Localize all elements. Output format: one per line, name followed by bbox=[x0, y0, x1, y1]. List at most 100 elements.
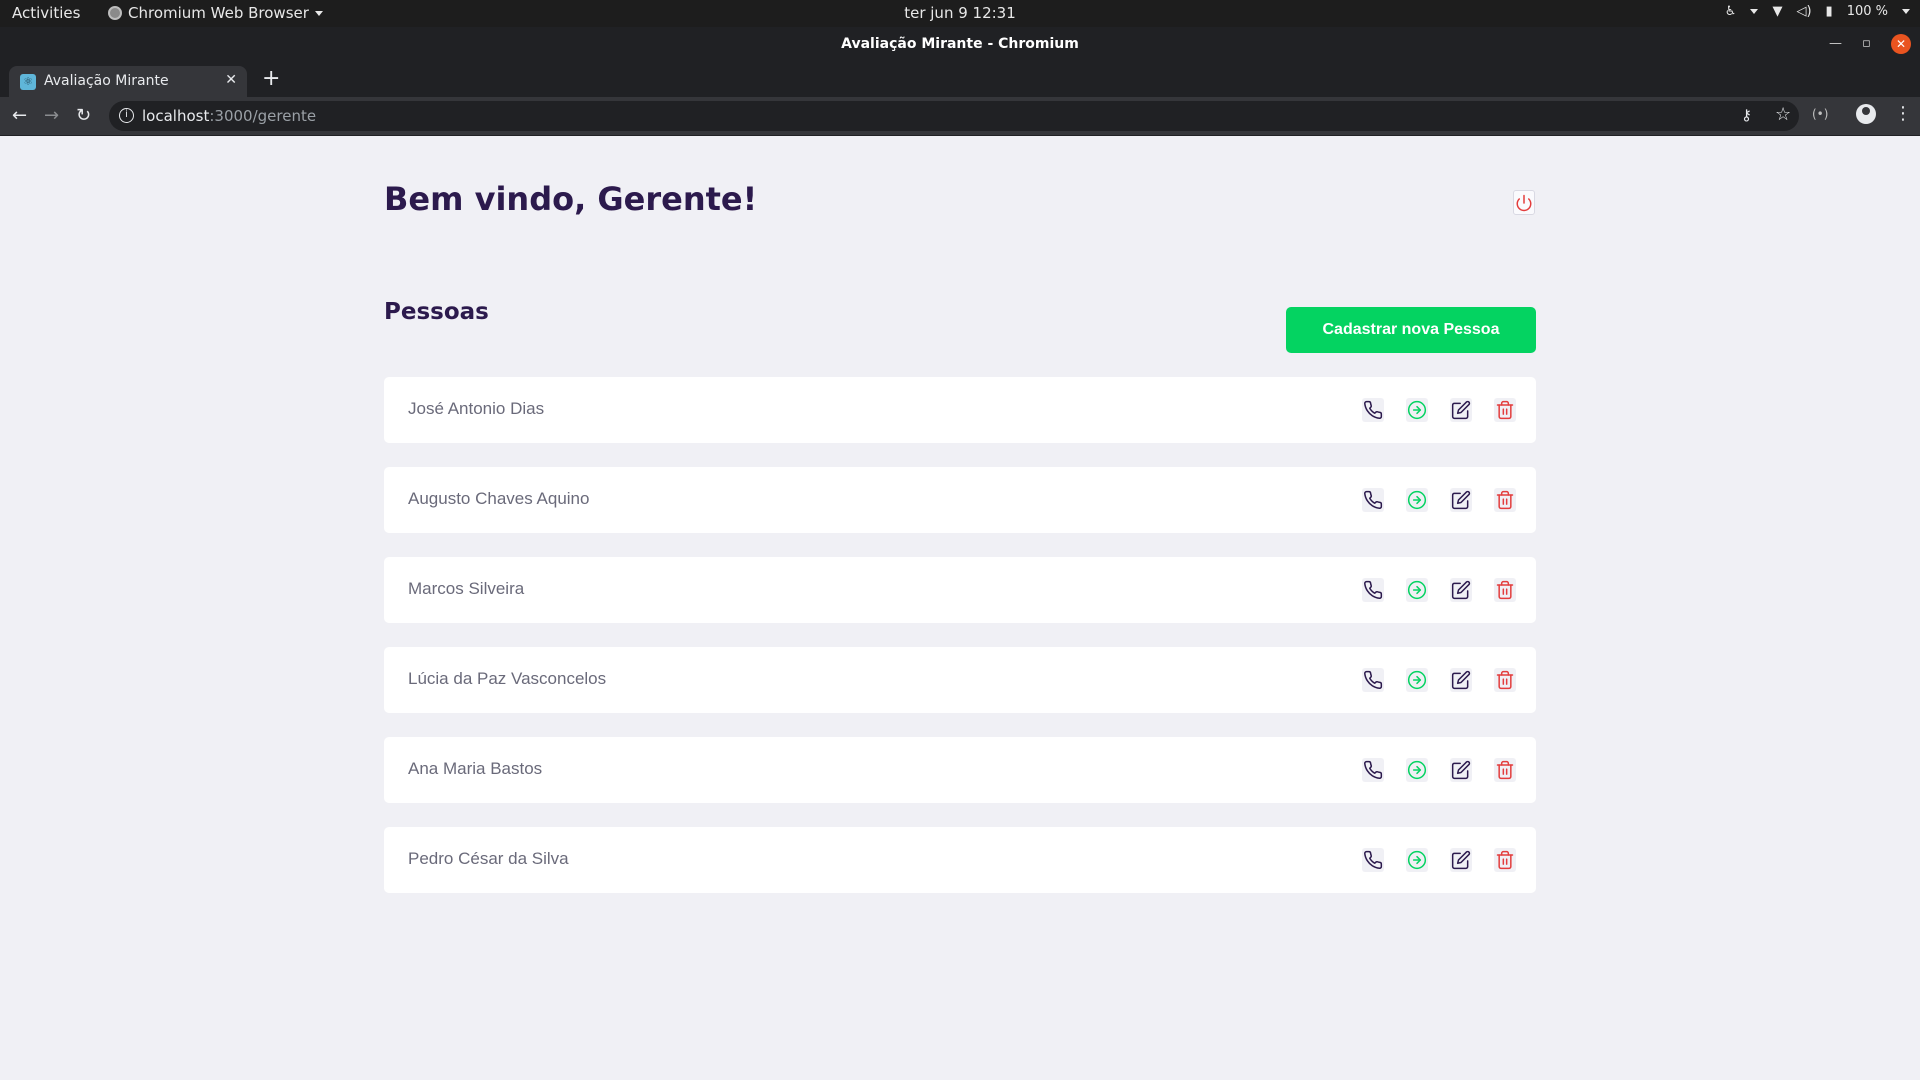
person-name: Lúcia da Paz Vasconcelos bbox=[408, 669, 607, 688]
call-button[interactable] bbox=[1362, 398, 1384, 422]
register-person-button[interactable]: Cadastrar nova Pessoa bbox=[1286, 307, 1536, 353]
window-title-bar: Avaliação Mirante - Chromium — ▫ ✕ bbox=[0, 27, 1920, 63]
call-button[interactable] bbox=[1362, 758, 1384, 782]
row-actions bbox=[1362, 668, 1516, 692]
edit-icon bbox=[1451, 400, 1471, 420]
delete-person-button[interactable] bbox=[1494, 668, 1516, 692]
edit-icon bbox=[1451, 490, 1471, 510]
edit-person-button[interactable] bbox=[1450, 398, 1472, 422]
person-name: José Antonio Dias bbox=[408, 399, 545, 418]
logout-button[interactable] bbox=[1513, 190, 1535, 215]
list-item: Pedro César da Silva bbox=[384, 827, 1536, 893]
row-actions bbox=[1362, 758, 1516, 782]
trash-icon bbox=[1496, 760, 1514, 780]
phone-icon bbox=[1364, 400, 1383, 420]
arrow-right-circle-icon bbox=[1407, 670, 1427, 690]
system-tray[interactable]: ♿ ▼ ◁) ▮ 100 % bbox=[1725, 4, 1910, 19]
system-top-bar: Activities Chromium Web Browser ter jun … bbox=[0, 0, 1920, 27]
row-actions bbox=[1362, 848, 1516, 872]
minimize-icon[interactable]: — bbox=[1829, 36, 1842, 51]
app-menu[interactable]: Chromium Web Browser bbox=[108, 4, 323, 22]
list-item: Ana Maria Bastos bbox=[384, 737, 1536, 803]
address-bar[interactable]: i localhost:3000/gerente ⚷ ☆ bbox=[109, 101, 1799, 131]
tab-strip: ⚛ Avaliação Mirante ✕ bbox=[0, 63, 1920, 97]
trash-icon bbox=[1496, 580, 1514, 600]
volume-icon: ◁) bbox=[1796, 4, 1812, 19]
info-icon[interactable]: i bbox=[119, 108, 134, 123]
row-actions bbox=[1362, 488, 1516, 512]
list-item: Marcos Silveira bbox=[384, 557, 1536, 623]
close-tab-icon[interactable]: ✕ bbox=[225, 72, 237, 88]
chevron-down-icon bbox=[314, 10, 323, 16]
list-item: José Antonio Dias bbox=[384, 377, 1536, 443]
url-path: :3000/gerente bbox=[209, 107, 317, 125]
people-list: José Antonio Dias Augusto Chaves Aquino bbox=[384, 377, 1536, 917]
profile-avatar-icon[interactable] bbox=[1856, 104, 1876, 124]
phone-icon bbox=[1364, 850, 1383, 870]
maximize-icon[interactable]: ▫ bbox=[1862, 36, 1871, 51]
row-actions bbox=[1362, 398, 1516, 422]
more-menu-icon[interactable]: ⋮ bbox=[1894, 103, 1912, 124]
edit-person-button[interactable] bbox=[1450, 758, 1472, 782]
arrow-right-circle-icon bbox=[1407, 400, 1427, 420]
list-item: Augusto Chaves Aquino bbox=[384, 467, 1536, 533]
page-content: Bem vindo, Gerente! Pessoas Cadastrar no… bbox=[0, 136, 1920, 1080]
trash-icon bbox=[1496, 400, 1514, 420]
activities-button[interactable]: Activities bbox=[12, 4, 80, 22]
browser-toolbar: ← → ↻ i localhost:3000/gerente ⚷ ☆ (•) ⋮ bbox=[0, 97, 1920, 136]
window-title: Avaliação Mirante - Chromium bbox=[841, 36, 1079, 52]
phone-icon bbox=[1364, 490, 1383, 510]
reload-icon[interactable]: ↻ bbox=[76, 105, 91, 126]
open-person-button[interactable] bbox=[1406, 398, 1428, 422]
tab-avaliacao-mirante[interactable]: ⚛ Avaliação Mirante ✕ bbox=[9, 66, 247, 97]
new-tab-button[interactable]: + bbox=[262, 66, 280, 91]
delete-person-button[interactable] bbox=[1494, 488, 1516, 512]
url-host: localhost bbox=[142, 107, 210, 125]
call-button[interactable] bbox=[1362, 488, 1384, 512]
trash-icon bbox=[1496, 670, 1514, 690]
edit-person-button[interactable] bbox=[1450, 578, 1472, 602]
forward-icon[interactable]: → bbox=[44, 105, 59, 126]
bookmark-star-icon[interactable]: ☆ bbox=[1775, 104, 1791, 125]
call-button[interactable] bbox=[1362, 578, 1384, 602]
chevron-down-icon bbox=[1902, 9, 1910, 14]
call-button[interactable] bbox=[1362, 668, 1384, 692]
arrow-right-circle-icon bbox=[1407, 850, 1427, 870]
phone-icon bbox=[1364, 760, 1383, 780]
edit-person-button[interactable] bbox=[1450, 668, 1472, 692]
edit-icon bbox=[1451, 850, 1471, 870]
phone-icon bbox=[1364, 670, 1383, 690]
person-name: Pedro César da Silva bbox=[408, 849, 569, 868]
person-name: Augusto Chaves Aquino bbox=[408, 489, 590, 508]
call-button[interactable] bbox=[1362, 848, 1384, 872]
delete-person-button[interactable] bbox=[1494, 398, 1516, 422]
back-icon[interactable]: ← bbox=[12, 105, 27, 126]
accessibility-icon[interactable]: ♿ bbox=[1725, 4, 1737, 19]
power-icon bbox=[1516, 194, 1532, 211]
chevron-down-icon bbox=[1750, 9, 1759, 14]
react-favicon-icon: ⚛ bbox=[20, 74, 36, 90]
open-person-button[interactable] bbox=[1406, 668, 1428, 692]
url-text[interactable]: localhost:3000/gerente bbox=[142, 107, 316, 125]
trash-icon bbox=[1496, 490, 1514, 510]
row-actions bbox=[1362, 578, 1516, 602]
open-person-button[interactable] bbox=[1406, 758, 1428, 782]
delete-person-button[interactable] bbox=[1494, 758, 1516, 782]
open-person-button[interactable] bbox=[1406, 848, 1428, 872]
open-person-button[interactable] bbox=[1406, 578, 1428, 602]
key-icon[interactable]: ⚷ bbox=[1741, 106, 1752, 124]
trash-icon bbox=[1496, 850, 1514, 870]
edit-person-button[interactable] bbox=[1450, 848, 1472, 872]
edit-icon bbox=[1451, 670, 1471, 690]
open-person-button[interactable] bbox=[1406, 488, 1428, 512]
battery-icon: ▮ bbox=[1825, 4, 1833, 19]
app-menu-label: Chromium Web Browser bbox=[128, 4, 309, 22]
edit-person-button[interactable] bbox=[1450, 488, 1472, 512]
delete-person-button[interactable] bbox=[1494, 578, 1516, 602]
person-name: Marcos Silveira bbox=[408, 579, 525, 598]
delete-person-button[interactable] bbox=[1494, 848, 1516, 872]
close-icon[interactable]: ✕ bbox=[1891, 34, 1911, 54]
media-router-icon[interactable]: (•) bbox=[1812, 107, 1828, 121]
list-item: Lúcia da Paz Vasconcelos bbox=[384, 647, 1536, 713]
arrow-right-circle-icon bbox=[1407, 760, 1427, 780]
